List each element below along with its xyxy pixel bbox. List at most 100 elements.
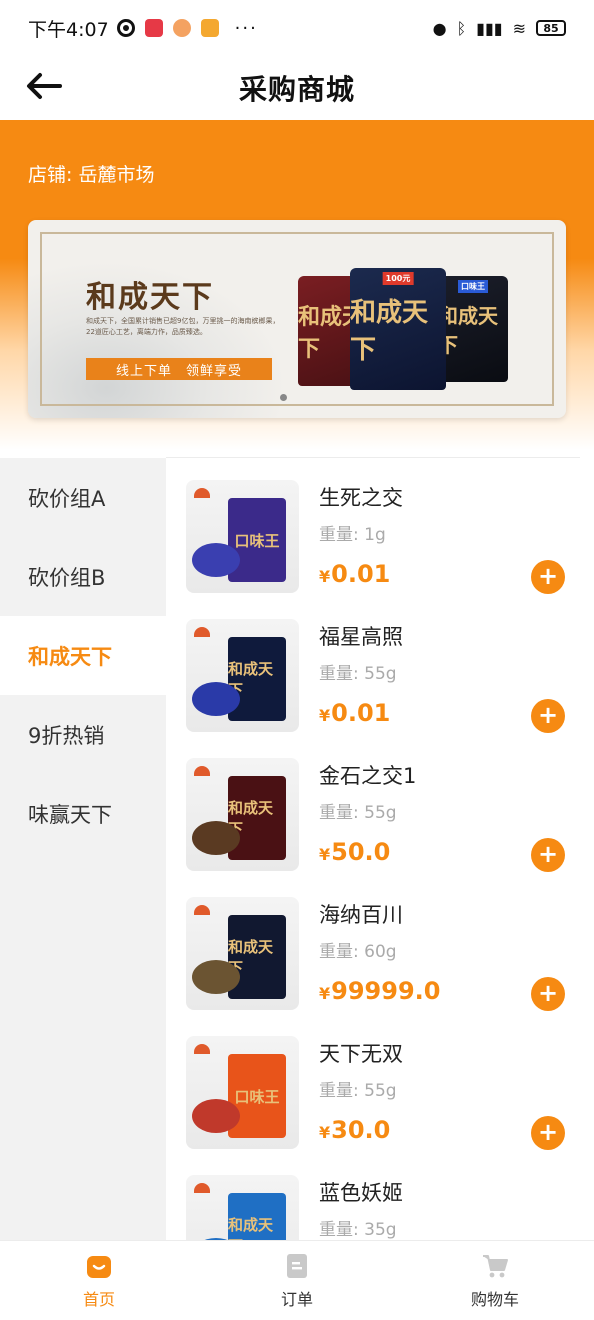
product-price: ¥0.01 [319, 560, 390, 588]
product-name: 生死之交 [319, 486, 403, 510]
add-to-cart-button[interactable]: + [531, 838, 565, 872]
wifi-icon: ≋ [512, 18, 526, 38]
promo-banner[interactable]: 和成天下 和成天下，全国累计销售已超9亿包，万里挑一的海南槟榔果，22道匠心工艺… [28, 220, 566, 418]
price-value: 99999.0 [331, 977, 441, 1005]
back-button[interactable] [22, 64, 66, 108]
product-snack-image [192, 682, 240, 716]
product-item[interactable]: 和成天下 金石之交1 重量: 55g ¥50.0 + [166, 736, 594, 875]
product-snack-image [192, 543, 240, 577]
product-item[interactable]: 和成天下 蓝色妖姬重量: 35g [166, 1153, 594, 1240]
product-weight: 重量: 55g [319, 1081, 397, 1101]
currency-symbol: ¥ [319, 845, 331, 864]
product-list[interactable]: 口味王 生死之交重量: 1g ¥0.01 + 和成天下 福星高照重量: 55g ¥0.01 +… [166, 458, 594, 1240]
status-time: 下午4:07 [28, 18, 109, 41]
product-image[interactable]: 和成天下 [186, 897, 299, 1010]
product-price: ¥0.01 [319, 699, 390, 727]
target-icon [116, 19, 135, 37]
brand-logo-icon [194, 627, 210, 637]
product-item[interactable]: 和成天下 福星高照重量: 55g ¥0.01 + [166, 597, 594, 736]
product-weight: 重量: 55g [319, 664, 397, 684]
banner-title: 和成天下 [86, 280, 214, 315]
product-price: ¥99999.0 [319, 977, 440, 1005]
product-image[interactable]: 口味王 [186, 480, 299, 593]
price-value: 0.01 [331, 560, 391, 588]
product-name: 海纳百川 [319, 903, 403, 927]
product-name: 蓝色妖姬 [319, 1181, 403, 1205]
tab-label: 首页 [82, 1289, 115, 1309]
category-label: 味赢天下 [28, 802, 112, 827]
brand-logo-icon [194, 766, 210, 776]
product-weight: 重量: 55g [319, 803, 397, 823]
add-to-cart-button[interactable]: + [531, 699, 565, 733]
product-weight: 重量: 1g [319, 525, 386, 545]
battery-icon: 85 [536, 20, 566, 36]
product-name: 天下无双 [319, 1042, 403, 1066]
product-image[interactable]: 口味王 [186, 1036, 299, 1149]
product-pack-image: 口味王 [228, 1054, 286, 1138]
signal-icon: ▮▮▮ [476, 18, 503, 38]
product-image[interactable]: 和成天下 [186, 619, 299, 732]
product-image[interactable]: 和成天下 [186, 1175, 299, 1240]
bottom-tab-bar: 首页 订单 购物车 [0, 1240, 594, 1320]
add-to-cart-button[interactable]: + [531, 977, 565, 1011]
category-sidebar: 砍价组A 砍价组B 和成天下 9折热销 味赢天下 [0, 458, 166, 1240]
tab-cart[interactable]: 购物车 [396, 1241, 594, 1320]
price-value: 50.0 [331, 838, 391, 866]
category-label: 9折热销 [28, 723, 105, 748]
product-name: 福星高照 [319, 625, 403, 649]
bluetooth-icon: ᛒ [456, 18, 467, 38]
tab-label: 订单 [280, 1289, 313, 1309]
add-to-cart-button[interactable]: + [531, 560, 565, 594]
currency-symbol: ¥ [319, 706, 331, 725]
tab-orders[interactable]: 订单 [198, 1241, 396, 1320]
banner-cta-button[interactable]: 线上下单 领鲜享受 [86, 358, 272, 380]
category-item[interactable]: 9折热销 [0, 695, 166, 774]
product-price: ¥30.0 [319, 1116, 390, 1144]
nav-bar: 采购商城 [0, 56, 594, 120]
more-notifications-icon: ··· [234, 17, 258, 39]
status-bar: 下午4:07 ··· ● ᛒ ▮▮▮ ≋ 85 [0, 0, 594, 56]
product-pack-image: 口味王 [228, 498, 286, 582]
product-snack-image [192, 960, 240, 994]
add-to-cart-button[interactable]: + [531, 1116, 565, 1150]
carousel-indicator[interactable] [280, 394, 287, 401]
category-item[interactable]: 砍价组B [0, 537, 166, 616]
product-weight: 重量: 35g [319, 1220, 397, 1240]
product-item[interactable]: 和成天下 海纳百川重量: 60g ¥99999.0 + [166, 875, 594, 1014]
product-pack-image: 和成天下 [228, 915, 286, 999]
app-notification-icon [172, 19, 191, 37]
currency-symbol: ¥ [319, 984, 331, 1003]
category-item[interactable]: 味赢天下 [0, 774, 166, 853]
category-label: 砍价组B [28, 565, 106, 590]
category-item[interactable]: 砍价组A [0, 458, 166, 537]
app-notification-icon [200, 19, 219, 37]
product-snack-image [192, 821, 240, 855]
banner-description: 和成天下，全国累计销售已超9亿包，万里挑一的海南槟榔果，22道匠心工艺，离端力作… [86, 317, 280, 336]
page-title: 采购商城 [238, 73, 355, 106]
tab-home[interactable]: 首页 [0, 1241, 198, 1320]
currency-symbol: ¥ [319, 567, 331, 586]
arrow-left-icon [27, 73, 62, 99]
price-value: 30.0 [331, 1116, 391, 1144]
product-weight: 重量: 60g [319, 942, 397, 962]
category-label: 砍价组A [28, 486, 106, 511]
cart-icon [483, 1254, 508, 1277]
brand-logo-icon [194, 905, 210, 915]
product-item[interactable]: 口味王 天下无双重量: 55g ¥30.0 + [166, 1014, 594, 1153]
home-icon [87, 1255, 111, 1278]
store-name: 店铺: 岳麓市场 [28, 164, 155, 186]
brand-logo-icon [194, 1183, 210, 1193]
product-pack-image: 和成天下 [228, 637, 286, 721]
product-bag-image: 口味王 和成天下 [438, 276, 508, 382]
category-label: 和成天下 [28, 644, 112, 669]
product-snack-image [192, 1099, 240, 1133]
product-item[interactable]: 口味王 生死之交重量: 1g ¥0.01 + [166, 458, 594, 597]
product-image[interactable]: 和成天下 [186, 758, 299, 871]
category-item-active[interactable]: 和成天下 [0, 616, 166, 695]
product-bag-image: 100元 和成天下 [350, 268, 446, 390]
tab-label: 购物车 [470, 1289, 519, 1309]
currency-symbol: ¥ [319, 1123, 331, 1142]
product-price: ¥50.0 [319, 838, 390, 866]
product-name: 金石之交1 [319, 764, 417, 788]
product-pack-image: 和成天下 [228, 776, 286, 860]
